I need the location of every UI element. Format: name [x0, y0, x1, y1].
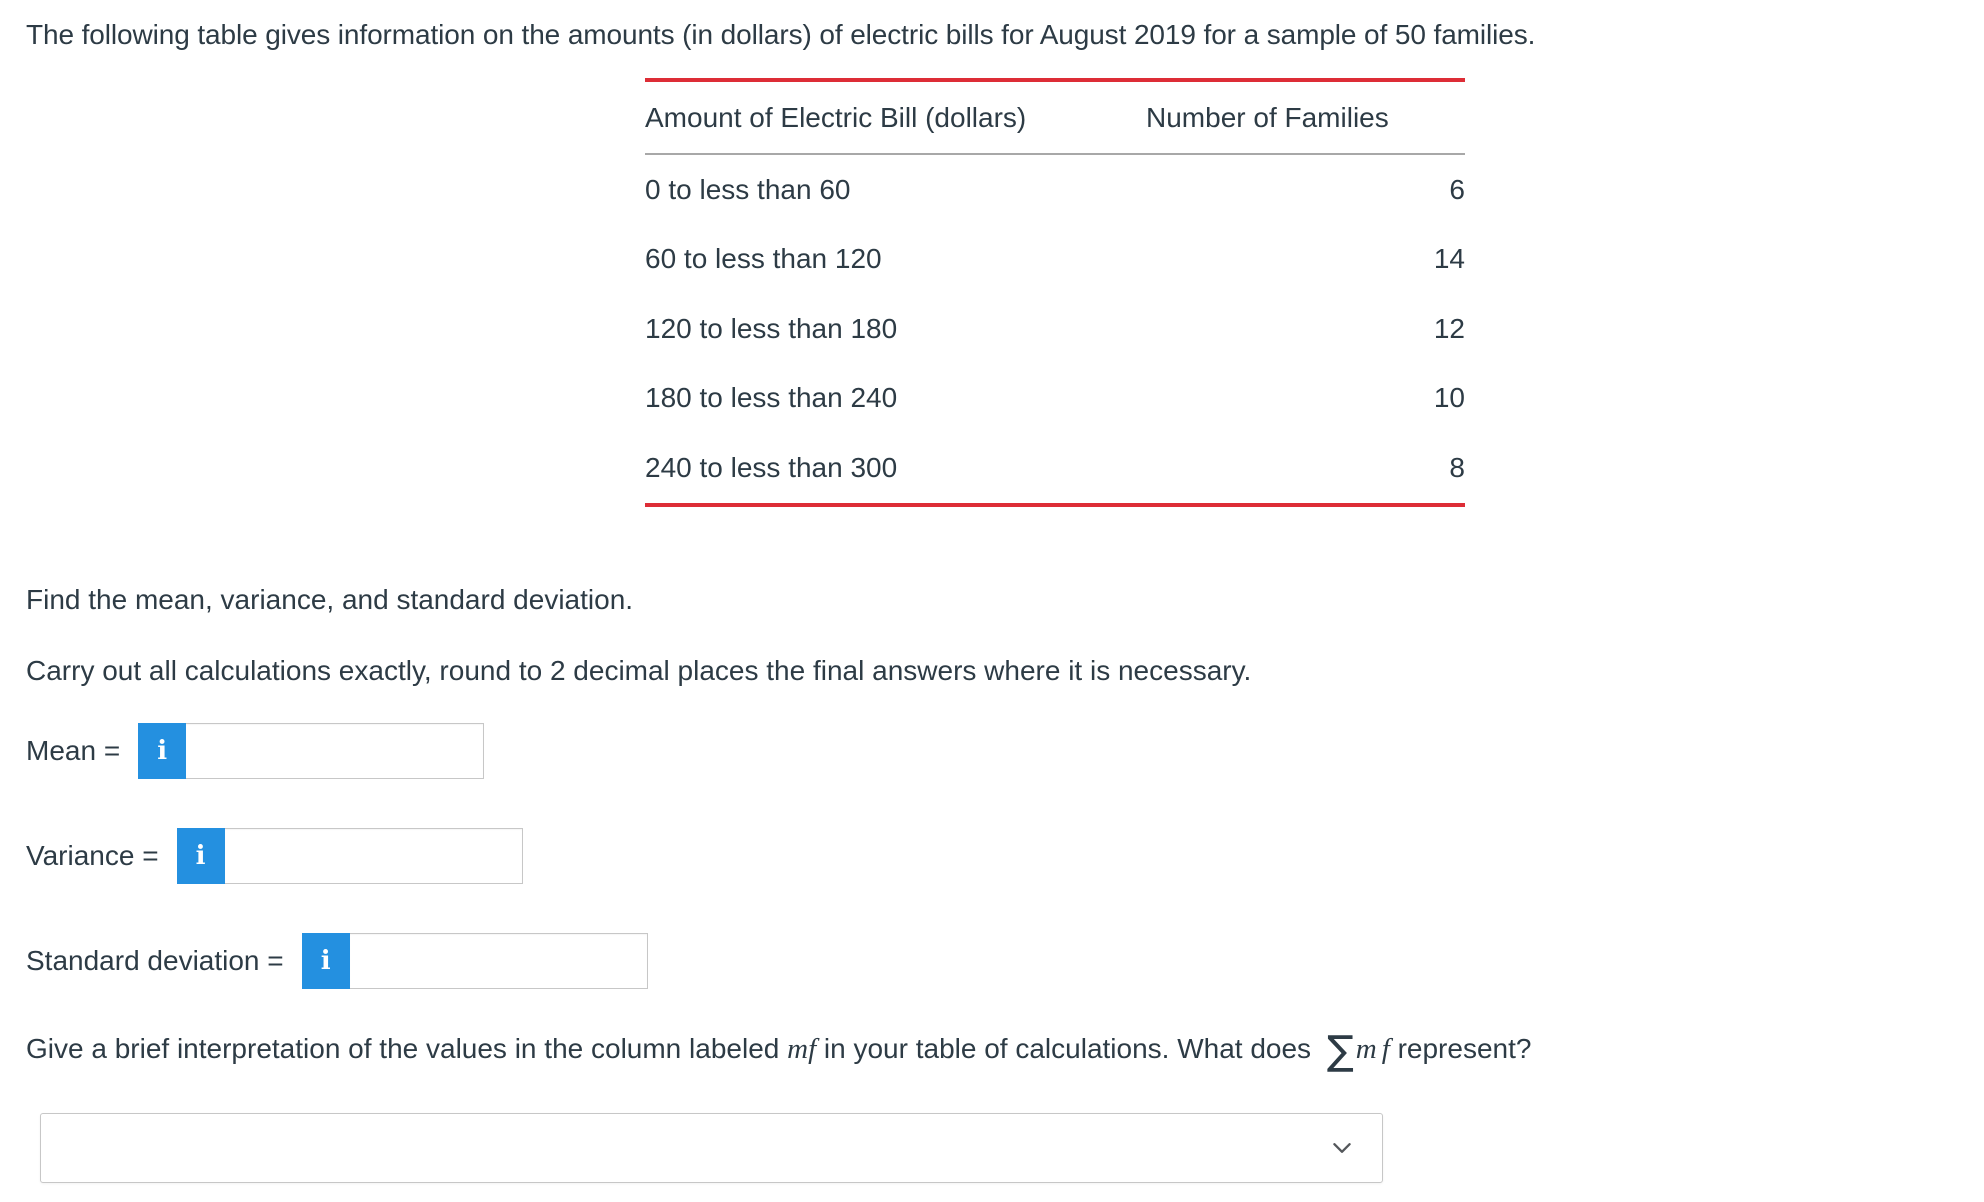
mean-label: Mean =: [26, 734, 121, 766]
final-question-part3: represent?: [1389, 1033, 1532, 1064]
frequency-table: Amount of Electric Bill (dollars) Number…: [645, 78, 1465, 507]
final-question-part2: in your table of calculations. What does: [816, 1033, 1319, 1064]
summation-sigma-icon: ∑: [1326, 1028, 1354, 1074]
table-header-row: Amount of Electric Bill (dollars) Number…: [645, 80, 1465, 154]
cell-bill-range: 120 to less than 180: [645, 312, 898, 344]
table-row: 180 to less than 240 10: [645, 363, 1465, 433]
info-icon-mean[interactable]: i: [138, 723, 187, 779]
interpretation-dropdown[interactable]: [40, 1113, 1383, 1183]
standard-deviation-input[interactable]: [349, 933, 648, 989]
answer-row-mean: Mean = i: [26, 722, 485, 780]
cell-bill-range: 0 to less than 60: [645, 173, 851, 205]
cell-family-count: 12: [1433, 312, 1465, 344]
intro-text: The following table gives information on…: [26, 19, 1536, 50]
instruction-find: Find the mean, variance, and standard de…: [26, 584, 634, 615]
table-row: 120 to less than 180 12: [645, 294, 1465, 364]
mf-inline-variable: mf: [787, 1033, 817, 1065]
interpretation-dropdown-container: [40, 1113, 1383, 1183]
cell-family-count: 8: [1449, 451, 1465, 483]
cell-bill-range: 240 to less than 300: [645, 451, 898, 483]
info-icon-variance[interactable]: i: [176, 828, 225, 884]
variance-input[interactable]: [224, 828, 523, 884]
answer-row-variance: Variance = i: [26, 827, 523, 885]
answer-row-standard-deviation: Standard deviation = i: [26, 932, 648, 990]
cell-family-count: 10: [1433, 382, 1465, 414]
final-question-part1: Give a brief interpretation of the value…: [26, 1033, 788, 1064]
cell-family-count: 6: [1449, 173, 1465, 205]
frequency-table-container: Amount of Electric Bill (dollars) Number…: [645, 78, 1465, 507]
cell-bill-range: 180 to less than 240: [645, 382, 898, 414]
table-row: 60 to less than 120 14: [645, 224, 1465, 294]
cell-family-count: 14: [1433, 243, 1465, 275]
table-row: 0 to less than 60 6: [645, 154, 1465, 225]
frequency-table-head: Amount of Electric Bill (dollars) Number…: [645, 80, 1465, 154]
variance-label: Variance =: [26, 839, 159, 871]
mf-math-f: f: [1381, 1033, 1390, 1065]
mean-input[interactable]: [186, 723, 485, 779]
mf-math-m: m: [1355, 1033, 1377, 1065]
header-amount-of-electric-bill: Amount of Electric Bill (dollars): [645, 102, 1027, 133]
table-row: 240 to less than 300 8: [645, 433, 1465, 505]
info-icon-standard-deviation[interactable]: i: [301, 933, 350, 989]
cell-bill-range: 60 to less than 120: [645, 243, 882, 275]
header-number-of-families: Number of Families: [1146, 102, 1389, 133]
question-page: The following table gives information on…: [0, 0, 1984, 1202]
frequency-table-body: 0 to less than 60 6 60 to less than 120 …: [645, 154, 1465, 505]
standard-deviation-label: Standard deviation =: [26, 944, 284, 976]
final-question-text: Give a brief interpretation of the value…: [26, 1028, 1532, 1071]
instruction-rounding: Carry out all calculations exactly, roun…: [26, 655, 1252, 686]
